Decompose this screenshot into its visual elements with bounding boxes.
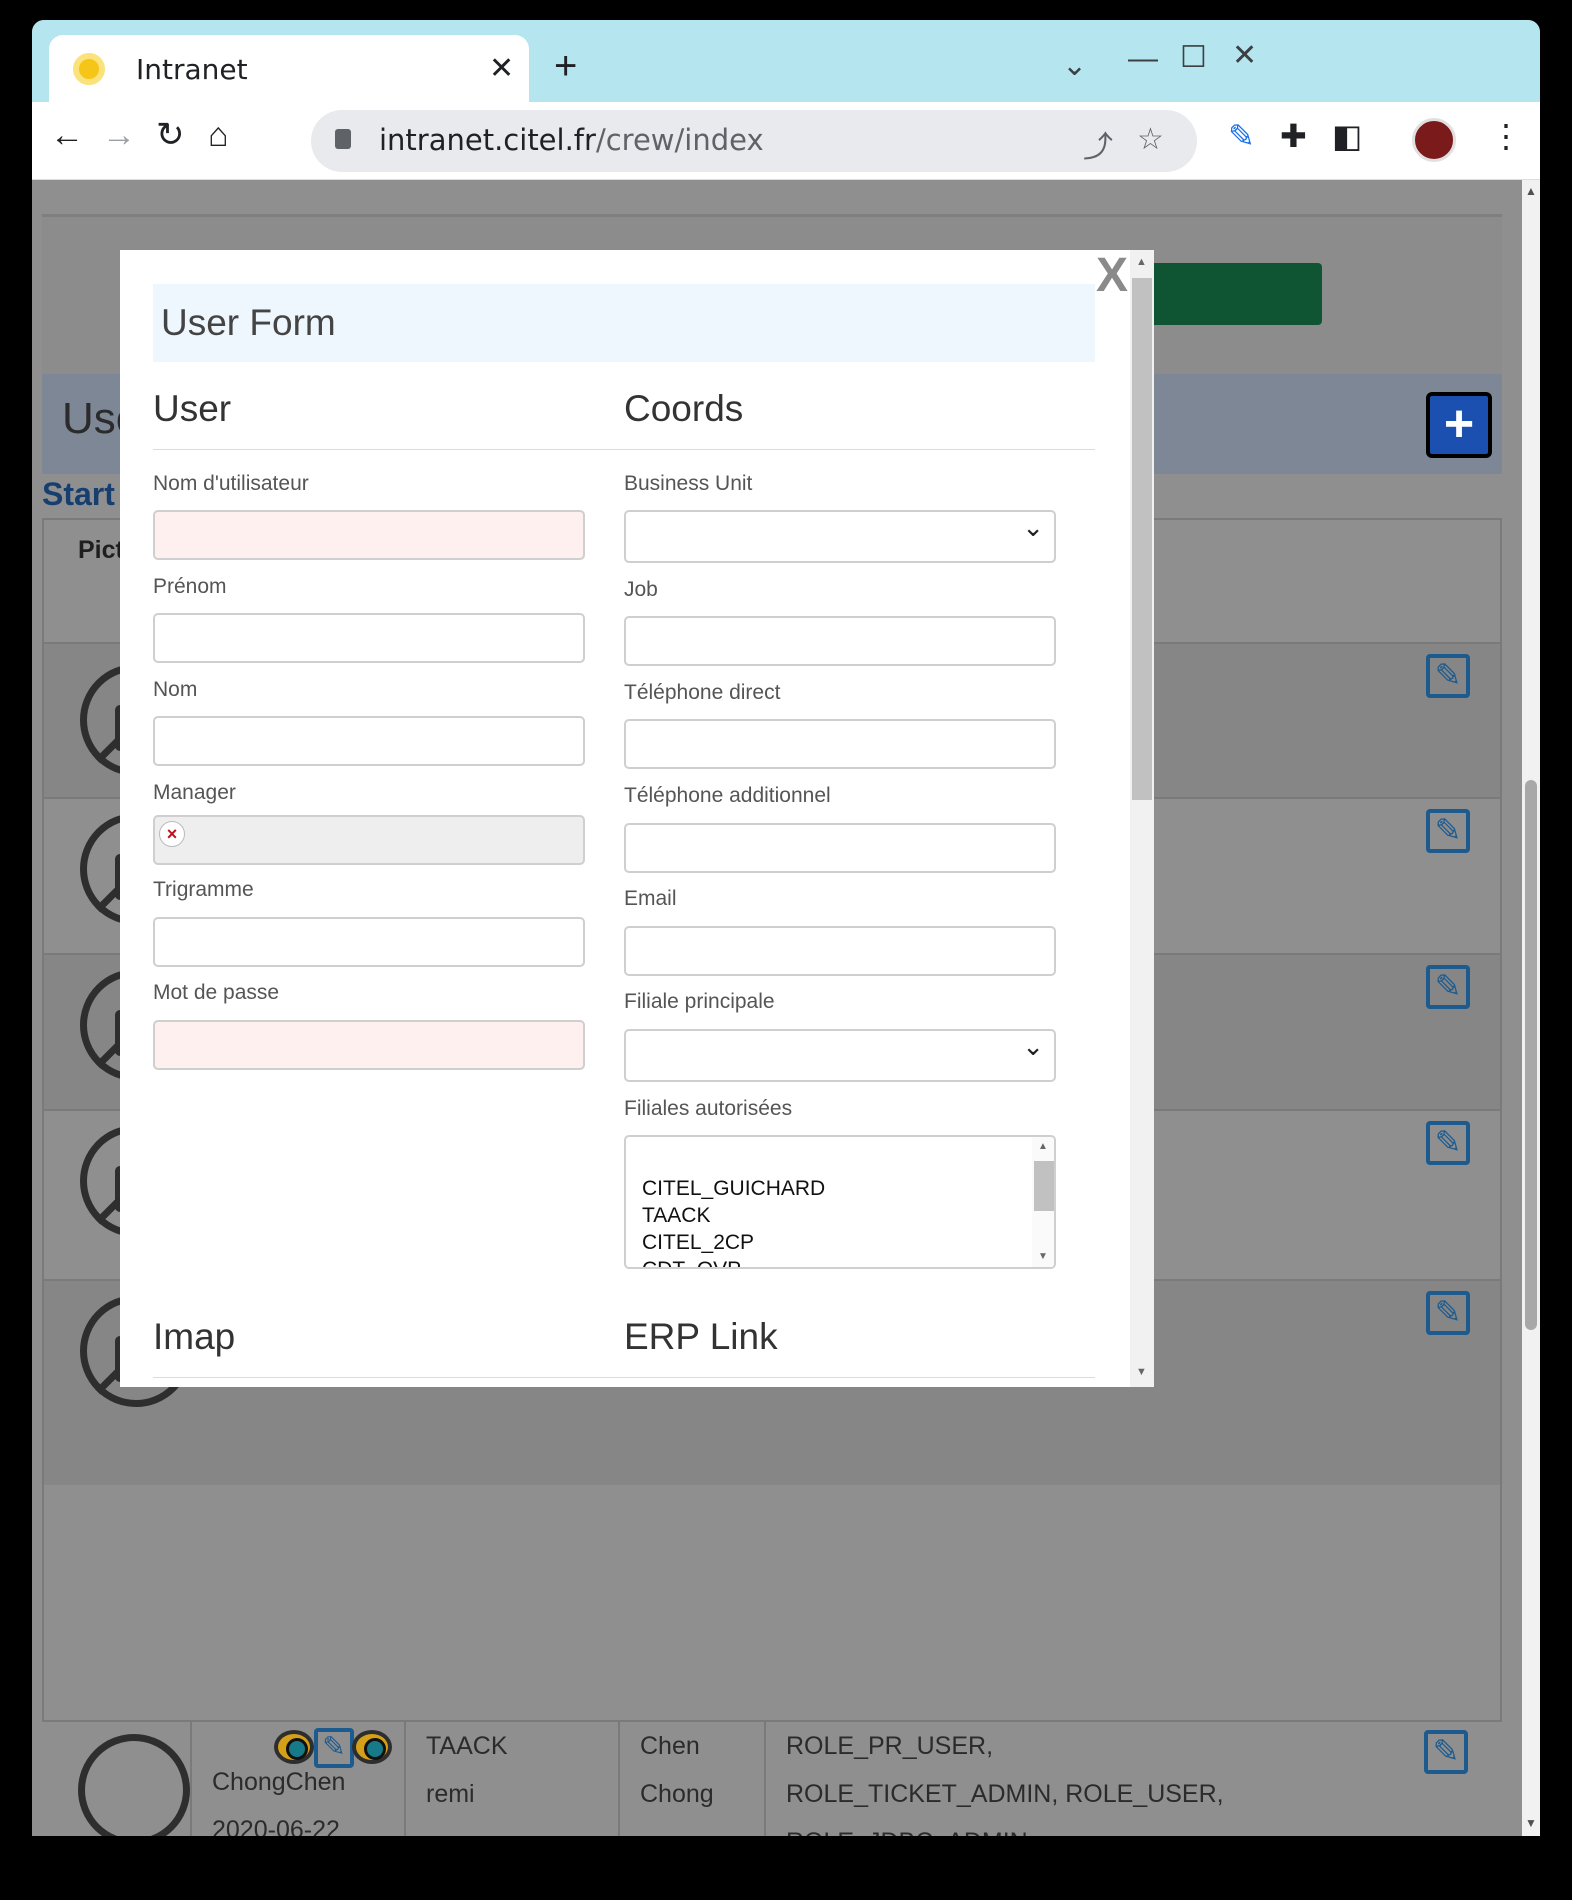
edit-icon[interactable]: ✎ xyxy=(1424,1730,1468,1774)
user-form-modal: User Form X User Coords Nom d'utilisateu… xyxy=(120,250,1154,1387)
no-camera-icon xyxy=(78,1734,190,1836)
form-title: User Form xyxy=(161,302,336,343)
kebab-menu-icon[interactable]: ⋮ xyxy=(1490,120,1522,152)
edit-icon[interactable]: ✎ xyxy=(1426,1121,1470,1165)
form-header: User Form xyxy=(153,284,1095,362)
cell-roles: ROLE_TICKET_ADMIN, ROLE_USER, xyxy=(786,1780,1224,1808)
password-input[interactable] xyxy=(153,1020,585,1070)
cell-subsidiary: TAACK xyxy=(426,1732,508,1760)
section-coords: Coords xyxy=(624,388,744,429)
main-subsidiary-select[interactable] xyxy=(624,1029,1056,1082)
edit-icon[interactable]: ✎ xyxy=(1426,809,1470,853)
label-last-name: Nom xyxy=(153,678,198,701)
modal-scrollbar[interactable]: ▲ ▼ xyxy=(1130,250,1154,1387)
label-allowed-subsidiaries: Filiales autorisées xyxy=(624,1097,793,1120)
label-manager: Manager xyxy=(153,781,236,804)
label-username: Nom d'utilisateur xyxy=(153,472,309,495)
manager-select[interactable]: × xyxy=(153,815,585,865)
business-unit-select[interactable] xyxy=(624,510,1056,563)
add-user-button[interactable]: + xyxy=(1426,392,1492,458)
label-main-subsidiary: Filiale principale xyxy=(624,990,775,1013)
maximize-icon[interactable]: ☐ xyxy=(1180,40,1207,75)
close-icon[interactable]: ✕ xyxy=(489,51,514,86)
share-icon[interactable]: ⤴ xyxy=(1083,122,1113,166)
table-row: ✎ ChongChen 2020-06-22 TAACK remi Chen C… xyxy=(42,1720,1502,1836)
tab-title: Intranet xyxy=(136,53,248,86)
cell-site: remi xyxy=(426,1780,475,1808)
label-first-name: Prénom xyxy=(153,575,227,598)
label-trigram: Trigramme xyxy=(153,878,254,901)
label-password: Mot de passe xyxy=(153,981,280,1004)
section-user: User xyxy=(153,388,232,429)
page-scrollbar[interactable]: ▲ ▼ xyxy=(1522,180,1540,1836)
cell-last-name: Chen xyxy=(640,1732,700,1760)
arrow-right-icon[interactable]: → xyxy=(102,118,136,152)
first-name-input[interactable] xyxy=(153,613,585,663)
browser-toolbar: ← → ↻ ⌂ intranet.citel.fr/crew/index ⤴ ☆… xyxy=(32,102,1540,180)
label-email: Email xyxy=(624,887,677,910)
clear-icon[interactable]: × xyxy=(159,821,185,847)
puzzle-icon[interactable]: ✚ xyxy=(1280,120,1307,152)
chevron-down-icon[interactable]: ⌄ xyxy=(1062,48,1087,83)
direct-phone-input[interactable] xyxy=(624,719,1056,769)
avatar[interactable] xyxy=(1412,118,1456,162)
list-item[interactable]: CDT_OVP xyxy=(642,1256,825,1267)
star-icon[interactable]: ☆ xyxy=(1137,122,1164,157)
allowed-subsidiaries-multiselect[interactable]: CITEL_GUICHARD TAACK CITEL_2CP CDT_OVP ▲… xyxy=(624,1135,1056,1269)
close-modal-button[interactable]: X xyxy=(1096,250,1128,303)
browser-tab[interactable]: Intranet ✕ xyxy=(49,35,529,102)
address-bar[interactable]: intranet.citel.fr/crew/index ⤴ ☆ xyxy=(311,110,1197,172)
edit-icon[interactable]: ✎ xyxy=(1426,654,1470,698)
extension-feather-icon[interactable]: ✎ xyxy=(1228,120,1255,152)
lock-icon xyxy=(335,129,351,149)
email-field[interactable] xyxy=(624,926,1056,976)
url-text: intranet.citel.fr/crew/index xyxy=(379,123,764,157)
reload-icon[interactable]: ↻ xyxy=(156,118,185,152)
label-direct-phone: Téléphone direct xyxy=(624,681,781,704)
list-item[interactable]: CITEL_2CP xyxy=(642,1229,825,1256)
label-business-unit: Business Unit xyxy=(624,472,753,495)
trigram-input[interactable] xyxy=(153,917,585,967)
edit-icon[interactable]: ✎ xyxy=(1426,965,1470,1009)
home-icon[interactable]: ⌂ xyxy=(208,118,229,152)
section-imap: Imap xyxy=(153,1316,236,1357)
cell-roles: ROLE_JDBC_ADMIN, xyxy=(786,1818,1035,1836)
list-item[interactable]: CITEL_GUICHARD xyxy=(642,1175,825,1202)
last-name-input[interactable] xyxy=(153,716,585,766)
cell-username: ChongChen xyxy=(212,1768,346,1796)
cell-date: 2020-06-22 xyxy=(212,1816,340,1836)
label-extra-phone: Téléphone additionnel xyxy=(624,784,831,807)
section-erp-link: ERP Link xyxy=(624,1316,778,1357)
plus-icon[interactable]: + xyxy=(554,46,577,86)
job-input[interactable] xyxy=(624,616,1056,666)
sidepanel-icon[interactable]: ◧ xyxy=(1332,120,1362,152)
close-window-icon[interactable]: ✕ xyxy=(1232,38,1257,73)
username-input[interactable] xyxy=(153,510,585,560)
edit-icon[interactable]: ✎ xyxy=(1426,1291,1470,1335)
cell-roles: ROLE_PR_USER, xyxy=(786,1732,994,1760)
arrow-left-icon[interactable]: ← xyxy=(50,118,84,152)
cell-first-name: Chong xyxy=(640,1780,714,1808)
extra-phone-input[interactable] xyxy=(624,823,1056,873)
list-scrollbar[interactable]: ▲ ▼ xyxy=(1032,1137,1054,1267)
tab-strip: Intranet ✕ + ⌄ — ☐ ✕ xyxy=(32,20,1540,102)
sun-icon xyxy=(73,53,105,85)
label-job: Job xyxy=(624,578,658,601)
list-item[interactable]: TAACK xyxy=(642,1202,825,1229)
minimize-icon[interactable]: — xyxy=(1128,42,1158,76)
eye-icon[interactable] xyxy=(352,1730,392,1764)
